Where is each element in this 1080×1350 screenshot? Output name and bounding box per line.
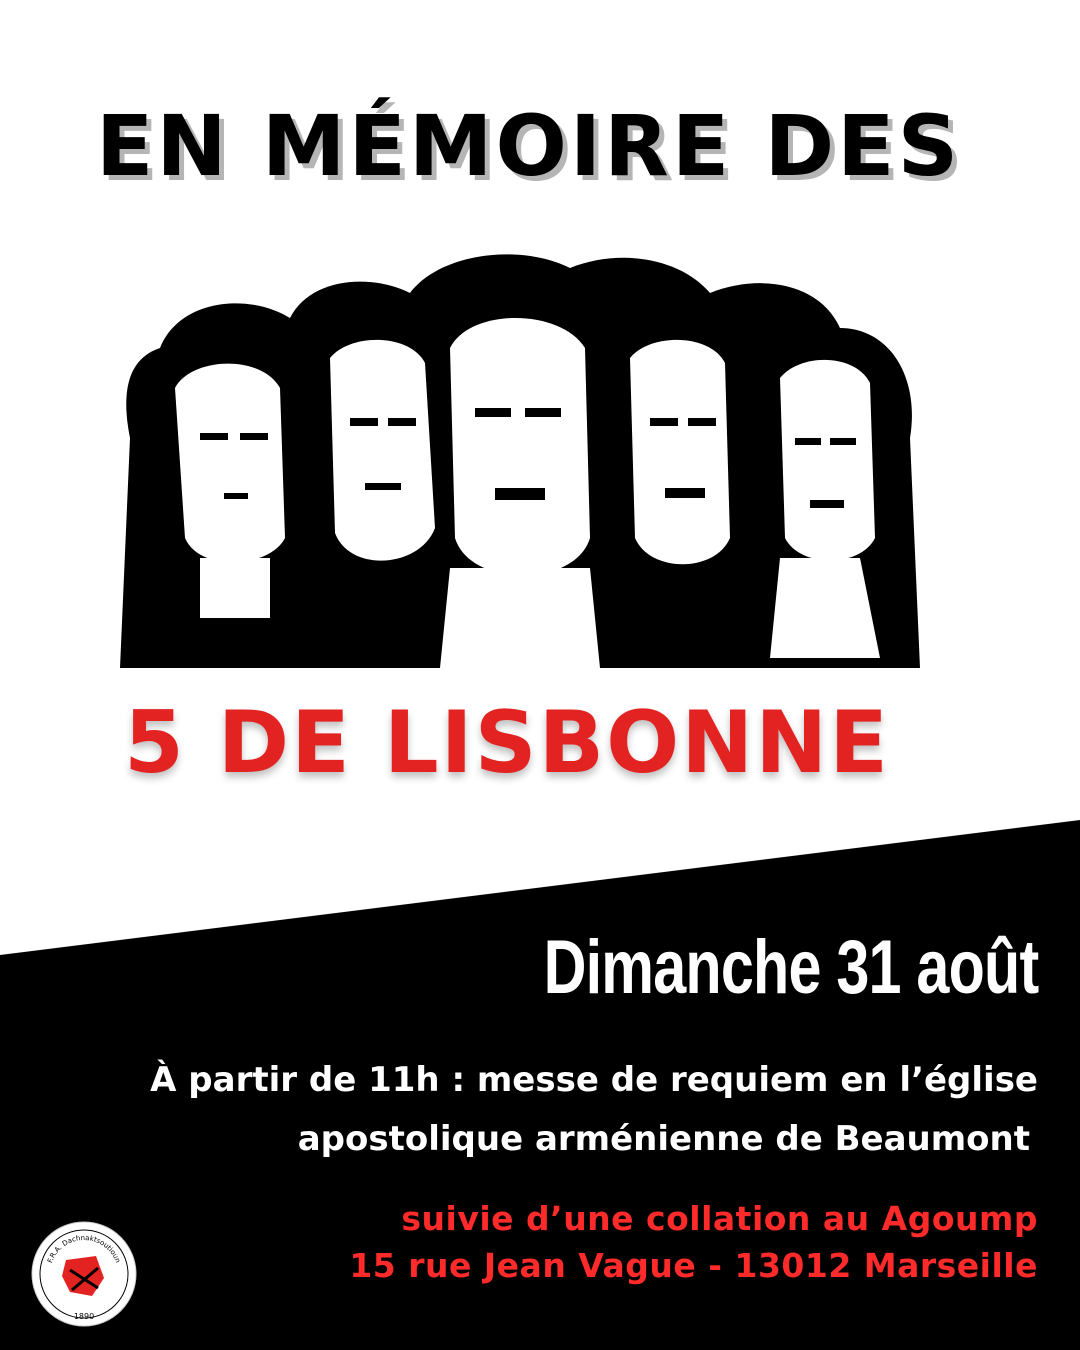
headline: EN MÉMOIRE DES [96,97,962,195]
event-date: Dimanche 31 août [543,925,1039,1010]
collation-info-line: suivie d’une collation au Agoump [401,1199,1038,1238]
event-subject-title: 5 DE LISBONNE [124,693,890,793]
fra-emblem-icon: F.R.A. Dachnaktsoutioun 1890 [31,1221,137,1327]
mass-info-line-2: apostolique arménienne de Beaumont [297,1119,1030,1159]
poster: EN MÉMOIRE DES 5 DE LISBONNE Dimanche 31… [0,0,1080,1350]
mass-info-line-1: À partir de 11h : messe de requiem en l’… [150,1060,1038,1100]
five-men-portrait-illustration [120,254,920,668]
logo-year: 1890 [74,1312,94,1321]
collation-address-line: 15 rue Jean Vague - 13012 Marseille [349,1246,1038,1285]
